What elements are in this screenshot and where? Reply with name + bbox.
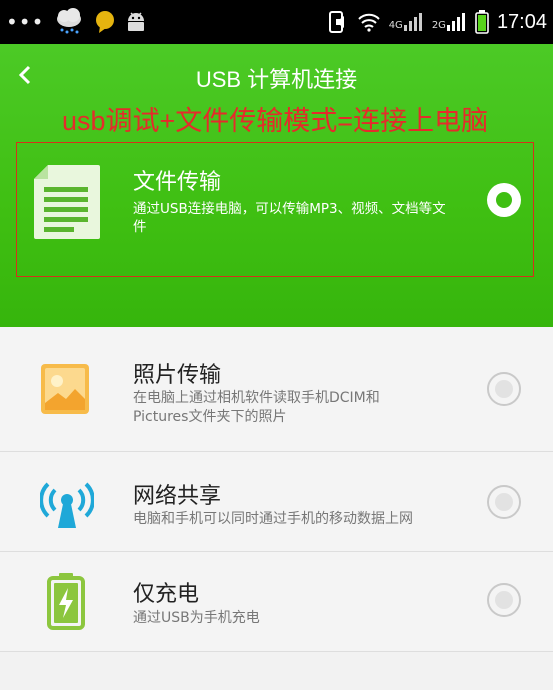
radio-unselected[interactable]: [487, 485, 521, 519]
header: USB 计算机连接 usb调试+文件传输模式=连接上电脑 文件传输 通过USB连…: [0, 44, 553, 327]
radio-unselected[interactable]: [487, 583, 521, 617]
hotspot-icon: [39, 474, 95, 534]
page-title: USB 计算机连接: [195, 67, 358, 92]
signal-4g: 4G: [389, 13, 424, 31]
status-right: 4G 2G 17:04: [327, 6, 547, 38]
weather-rain-icon: [57, 8, 82, 34]
option-charge-only[interactable]: 仅充电 通过USB为手机充电: [0, 552, 553, 652]
more-notifications-icon: •••: [6, 10, 45, 34]
option-title: 照片传输: [133, 363, 222, 388]
option-title: 网络共享: [133, 484, 222, 509]
photo-icon: [40, 363, 90, 419]
battery-charging-icon: [46, 572, 86, 634]
option-description: 在电脑上通过相机软件读取手机DCIM和Pictures文件夹下的照片: [133, 390, 380, 425]
mute-vibrate-icon: [328, 11, 344, 33]
status-left: •••: [6, 6, 146, 38]
option-photo-transfer[interactable]: 照片传输 在电脑上通过相机软件读取手机DCIM和Pictures文件夹下的照片: [0, 327, 553, 452]
android-debug-icon: [128, 12, 145, 31]
wifi-icon: [357, 13, 380, 32]
signal-2g: 2G: [432, 13, 467, 31]
option-description: 电脑和手机可以同时通过手机的移动数据上网: [133, 511, 413, 527]
battery-icon: [475, 10, 489, 34]
option-title: 仅充电: [133, 582, 200, 607]
status-bar: ••• 4G 2G 17:04: [0, 0, 553, 44]
option-title: 文件传输: [133, 170, 222, 195]
signal-bars-icon: [446, 13, 465, 31]
radio-dot: [496, 192, 512, 208]
option-network-sharing[interactable]: 网络共享 电脑和手机可以同时通过手机的移动数据上网: [0, 452, 553, 552]
option-description: 通过USB连接电脑，可以传输MP3、视频、文档等文件: [133, 201, 446, 235]
signal-bars-icon: [403, 13, 422, 31]
radio-unselected[interactable]: [487, 372, 521, 406]
annotation-text: usb调试+文件传输模式=连接上电脑: [62, 106, 489, 136]
option-description: 通过USB为手机充电: [133, 610, 260, 626]
radio-selected[interactable]: [487, 183, 521, 217]
document-icon: [32, 163, 102, 245]
clock: 17:04: [496, 10, 547, 33]
chat-bubble-icon: [96, 11, 115, 33]
